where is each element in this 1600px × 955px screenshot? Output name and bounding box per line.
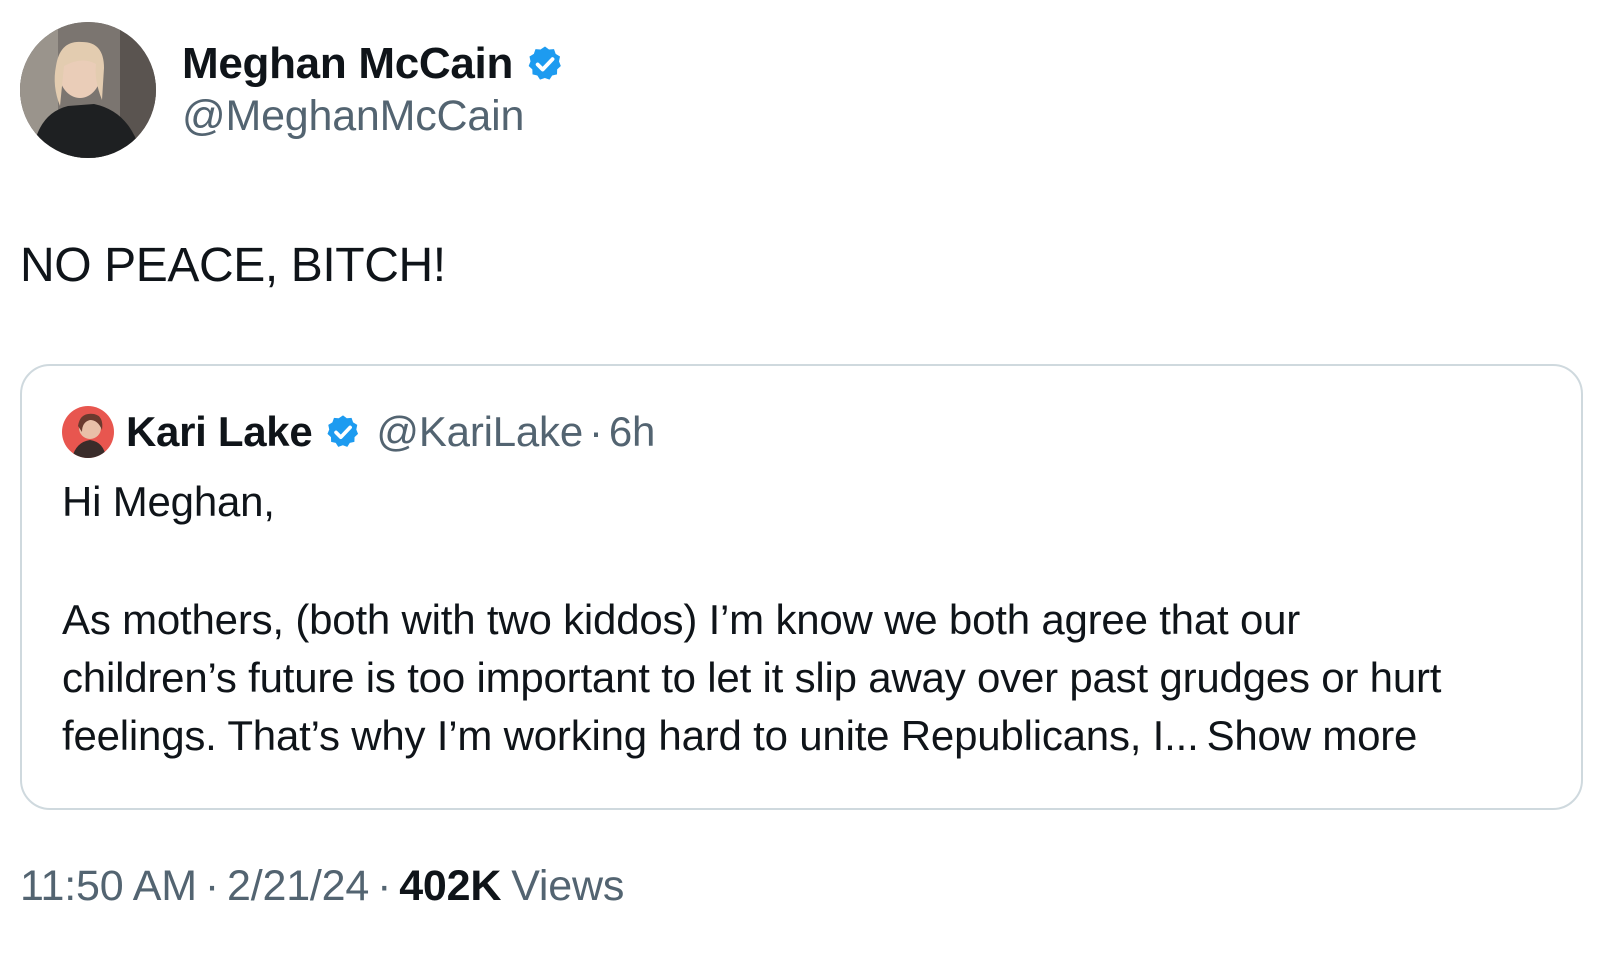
author-name-row: Meghan McCain (182, 36, 565, 92)
quoted-text-line-last: feelings. That’s why I’m working hard to… (62, 707, 1552, 765)
quoted-text-line: feelings. That’s why I’m working hard to… (62, 712, 1199, 759)
views-count: 402K (399, 861, 502, 910)
quoted-tweet-text: Hi Meghan, As mothers, (both with two ki… (62, 473, 1552, 765)
quoted-author-handle[interactable]: @KariLake (376, 408, 583, 456)
quoted-text-line: Hi Meghan, (62, 478, 275, 525)
quoted-text-line: As mothers, (both with two kiddos) I’m k… (62, 596, 1301, 643)
tweet-text: NO PEACE, BITCH! (20, 239, 446, 292)
meta-separator: · (204, 861, 220, 910)
meta-separator: · (377, 861, 392, 910)
verified-badge-icon (324, 413, 362, 451)
author-name[interactable]: Meghan McCain (182, 39, 513, 89)
views-label: Views (511, 861, 625, 910)
author-avatar-image (20, 22, 156, 158)
quoted-text-line: children’s future is too important to le… (62, 654, 1442, 701)
quoted-separator: · (589, 408, 603, 455)
quoted-timestamp[interactable]: 6h (609, 408, 656, 456)
verified-badge-icon (525, 44, 565, 84)
author-handle[interactable]: @MeghanMcCain (182, 92, 524, 141)
show-more-link[interactable]: Show more (1207, 712, 1418, 759)
author-avatar[interactable] (20, 22, 156, 158)
quoted-author-avatar[interactable] (62, 406, 114, 458)
quoted-tweet-header: Kari Lake @KariLake · 6h (62, 404, 655, 460)
tweet-meta: 11:50 AM · 2/21/24 · 402K Views (20, 858, 624, 914)
tweet-date[interactable]: 2/21/24 (227, 862, 369, 911)
tweet-time[interactable]: 11:50 AM (20, 862, 197, 911)
quoted-tweet-card[interactable]: Kari Lake @KariLake · 6h Hi Meghan, As m… (20, 364, 1583, 810)
quoted-author-name[interactable]: Kari Lake (126, 408, 313, 456)
